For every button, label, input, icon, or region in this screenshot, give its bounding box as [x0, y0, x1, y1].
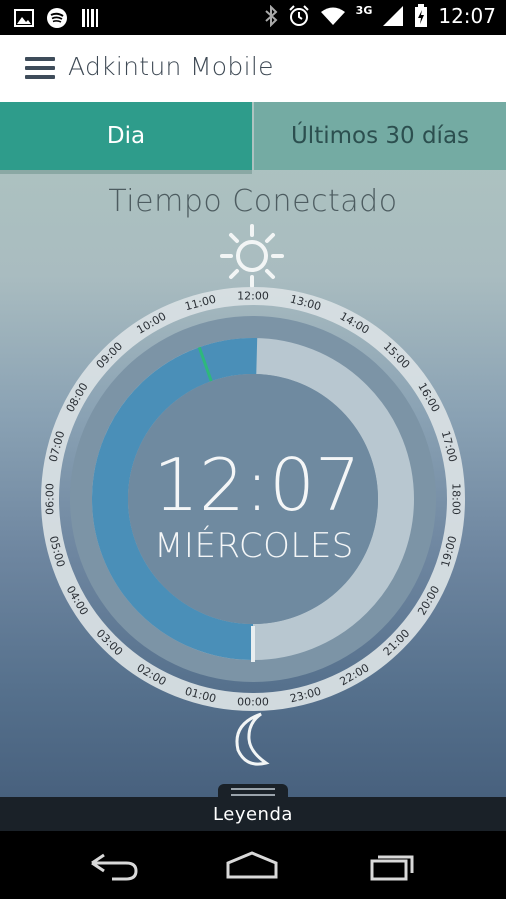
- bluetooth-icon: [265, 5, 278, 27]
- hamburger-menu-icon[interactable]: [25, 57, 55, 79]
- main-content: Dia Últimos 30 días Tiempo Conectado 00:…: [0, 102, 506, 797]
- status-time: 12:07: [438, 4, 496, 28]
- spotify-icon: [47, 8, 67, 28]
- legend-label: Leyenda: [213, 803, 293, 825]
- sun-icon: [220, 224, 284, 288]
- home-icon[interactable]: [222, 845, 282, 885]
- clock-time: 12:07: [153, 443, 361, 527]
- hour-label: 00:00: [237, 696, 269, 709]
- app-title: Adkintun Mobile: [68, 52, 274, 81]
- clock-day: MIÉRCOLES: [154, 525, 354, 566]
- status-left-icons: [14, 7, 100, 29]
- alarm-icon: [288, 5, 309, 26]
- navigation-bar: [0, 831, 506, 899]
- moon-icon: [235, 712, 270, 766]
- image-icon: [14, 9, 34, 27]
- status-bar: 3G 12:07: [0, 0, 506, 35]
- network-type: 3G: [355, 3, 373, 17]
- recent-apps-icon[interactable]: [364, 845, 424, 885]
- back-icon[interactable]: [82, 845, 142, 885]
- signal-icon: [383, 6, 404, 26]
- hour-label: 18:00: [450, 483, 463, 515]
- hour-label: 06:00: [44, 483, 57, 515]
- status-right-icons: 3G 12:07: [264, 4, 496, 28]
- barcode-icon: [82, 9, 98, 27]
- hour-label: 12:00: [237, 290, 269, 303]
- app-bar: Adkintun Mobile: [0, 35, 506, 102]
- legend-bar[interactable]: Leyenda: [0, 797, 506, 831]
- battery-charging-icon: [415, 4, 428, 27]
- connection-dial: 00:0001:0002:0003:0004:0005:0006:0007:00…: [41, 224, 465, 766]
- wifi-icon: [320, 7, 345, 25]
- legend-drag-handle[interactable]: [218, 784, 288, 798]
